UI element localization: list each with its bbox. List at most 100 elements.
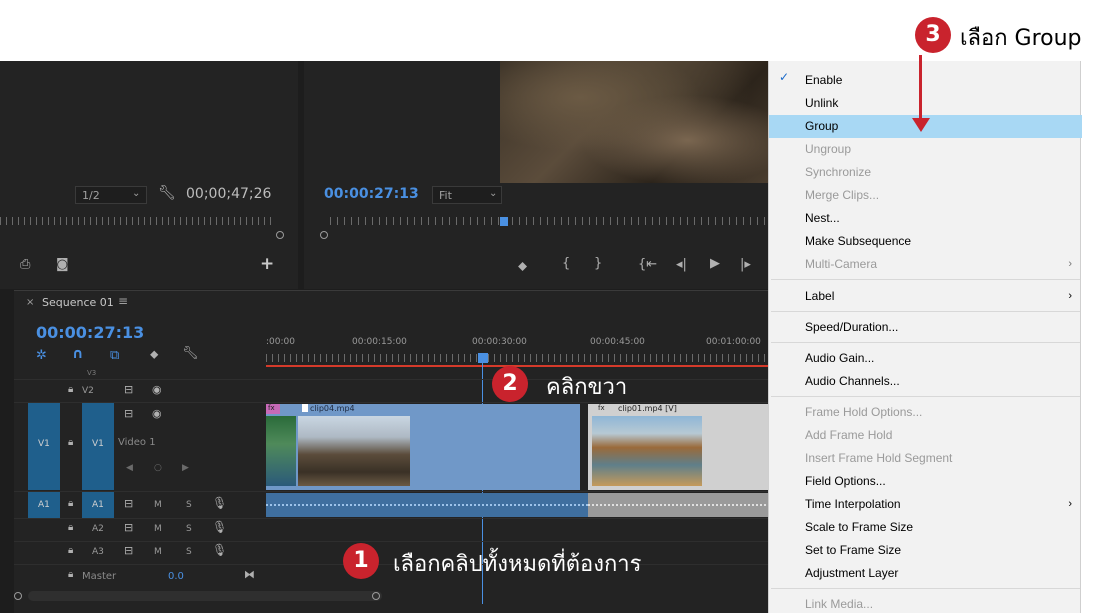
add-keyframe-icon[interactable]: ○ <box>154 463 162 473</box>
source-time-ruler[interactable] <box>0 217 275 225</box>
track-v1-label: V1 <box>92 439 104 449</box>
menu-item-link-media[interactable]: Link Media... <box>769 593 1082 613</box>
solo-button[interactable]: S <box>186 500 192 510</box>
step-back-icon[interactable]: ◂| <box>676 257 687 272</box>
camera-icon[interactable]: ◙ <box>56 257 69 272</box>
menu-item-nest[interactable]: Nest... <box>769 207 1082 230</box>
go-to-end-icon[interactable]: ⧓ <box>244 568 255 581</box>
menu-item-multi-camera[interactable]: Multi-Camera › <box>769 253 1082 276</box>
sync-lock-icon[interactable]: ⊟ <box>124 407 133 420</box>
panel-menu-icon[interactable]: ≡ <box>118 294 128 308</box>
source-zoom-select[interactable]: 1/2 ⌄ <box>75 186 147 204</box>
lock-icon[interactable]: 🔒︎ <box>68 522 73 533</box>
step-forward-icon[interactable]: |▸ <box>740 257 751 272</box>
program-time-ruler[interactable] <box>330 217 768 225</box>
menu-separator <box>771 342 1080 343</box>
prev-keyframe-icon[interactable]: ◀ <box>126 463 133 473</box>
menu-item-ungroup[interactable]: Ungroup <box>769 138 1082 161</box>
solo-button[interactable]: S <box>186 524 192 534</box>
mark-out-icon[interactable]: } <box>594 256 602 271</box>
playhead-handle[interactable] <box>478 353 488 363</box>
fit-select[interactable]: Fit ⌄ <box>432 186 502 204</box>
menu-item-enable[interactable]: Enable <box>769 69 1082 92</box>
sync-lock-icon[interactable]: ⊟ <box>124 521 133 534</box>
source-zoom-handle[interactable] <box>276 231 284 239</box>
timeline-scrollbar[interactable] <box>14 591 384 605</box>
mark-in-icon[interactable]: { <box>562 256 570 271</box>
linked-selection-icon[interactable]: ⧉ <box>110 348 119 363</box>
menu-item-audio-gain[interactable]: Audio Gain... <box>769 347 1082 370</box>
solo-button[interactable]: S <box>186 547 192 557</box>
lock-icon[interactable]: 🔒︎ <box>68 437 73 448</box>
mute-button[interactable]: M <box>154 524 162 534</box>
program-playhead[interactable] <box>500 217 508 226</box>
menu-item-label[interactable]: Label › <box>769 285 1082 308</box>
track-v2-label: V2 <box>82 386 94 396</box>
microphone-icon[interactable]: 🎙︎ <box>212 496 227 510</box>
menu-item-make-subsequence[interactable]: Make Subsequence <box>769 230 1082 253</box>
add-button-icon[interactable]: + <box>260 254 274 274</box>
sync-lock-icon[interactable]: ⊟ <box>124 383 133 396</box>
menu-item-audio-channels[interactable]: Audio Channels... <box>769 370 1082 393</box>
menu-item-merge-clips[interactable]: Merge Clips... <box>769 184 1082 207</box>
next-keyframe-icon[interactable]: ▶ <box>182 463 189 473</box>
add-marker-icon[interactable]: ⬥ <box>518 259 527 274</box>
menu-item-adjustment-layer[interactable]: Adjustment Layer <box>769 562 1082 585</box>
menu-item-frame-hold-options[interactable]: Frame Hold Options... <box>769 401 1082 424</box>
clip04-thumb-start <box>266 416 296 486</box>
microphone-icon[interactable]: 🎙︎ <box>212 543 227 557</box>
program-zoom-handle[interactable] <box>320 231 328 239</box>
lock-icon[interactable]: 🔒︎ <box>68 545 73 556</box>
export-frame-icon[interactable]: ⎙ <box>20 257 30 272</box>
lock-icon[interactable]: 🔒︎ <box>68 498 73 509</box>
timeline-panel: × Sequence 01 ≡ 00:00:27:13 ✲ ∩ ⧉ ⬥ 🔧︎ :… <box>14 290 768 613</box>
nest-icon[interactable]: ✲ <box>36 348 47 363</box>
chevron-right-icon: › <box>1068 290 1072 302</box>
menu-item-synchronize[interactable]: Synchronize <box>769 161 1082 184</box>
clip01-video[interactable]: fx clip01.mp4 [V] <box>588 404 768 490</box>
sequence-tab[interactable]: Sequence 01 <box>42 296 114 309</box>
sync-lock-icon[interactable]: ⊟ <box>124 497 133 510</box>
eye-icon[interactable]: ◉ <box>152 407 162 420</box>
mute-button[interactable]: M <box>154 547 162 557</box>
play-icon[interactable]: ▶ <box>710 256 720 271</box>
track-divider <box>14 379 768 380</box>
menu-item-field-options[interactable]: Field Options... <box>769 470 1082 493</box>
master-volume-value[interactable]: 0.0 <box>168 571 184 582</box>
wrench-icon[interactable]: 🔧︎ <box>182 346 199 361</box>
menu-item-scale-to-frame-size[interactable]: Scale to Frame Size <box>769 516 1082 539</box>
menu-item-time-interpolation[interactable]: Time Interpolation › <box>769 493 1082 516</box>
program-monitor-panel: 00:00:27:13 Fit ⌄ ⬥ { } {⇤ ◂| ▶ |▸ <box>304 61 768 289</box>
lock-icon[interactable]: 🔒︎ <box>68 384 73 395</box>
marker-icon[interactable]: ⬥ <box>150 347 158 362</box>
timeline-ruler[interactable] <box>266 354 768 362</box>
menu-item-unlink[interactable]: Unlink <box>769 92 1082 115</box>
go-to-in-icon[interactable]: {⇤ <box>638 257 657 272</box>
menu-item-add-frame-hold[interactable]: Add Frame Hold <box>769 424 1082 447</box>
step-3-text: เลือก Group <box>960 26 1082 51</box>
menu-item-speed-duration[interactable]: Speed/Duration... <box>769 316 1082 339</box>
clip04-video[interactable]: fx clip04.mp4 <box>266 404 580 490</box>
source-monitor-panel: 1/2 ⌄ 🔧︎ 00;00;47;26 ⎙ ◙ + <box>0 61 298 289</box>
menu-item-insert-frame-hold-segment[interactable]: Insert Frame Hold Segment <box>769 447 1082 470</box>
clip01-audio[interactable] <box>588 493 768 517</box>
close-tab-icon[interactable]: × <box>26 297 34 308</box>
step-2-badge: 2 <box>492 366 528 402</box>
mute-button[interactable]: M <box>154 500 162 510</box>
source-zoom-value: 1/2 <box>82 189 100 202</box>
scroll-handle-right[interactable] <box>372 592 380 600</box>
master-track-label: Master <box>82 571 117 582</box>
step-3-arrow-head <box>912 118 930 132</box>
step-3-badge: 3 <box>915 17 951 53</box>
wrench-icon[interactable]: 🔧︎ <box>158 185 176 201</box>
microphone-icon[interactable]: 🎙︎ <box>212 520 227 534</box>
clip04-audio[interactable] <box>266 493 588 517</box>
eye-icon[interactable]: ◉ <box>152 383 162 396</box>
menu-separator <box>771 279 1080 280</box>
snap-magnet-icon[interactable]: ∩ <box>72 346 83 362</box>
scroll-handle-left[interactable] <box>14 592 22 600</box>
lock-icon[interactable]: 🔒︎ <box>68 569 73 580</box>
audio-waveform <box>588 504 768 506</box>
sync-lock-icon[interactable]: ⊟ <box>124 544 133 557</box>
menu-item-set-to-frame-size[interactable]: Set to Frame Size <box>769 539 1082 562</box>
